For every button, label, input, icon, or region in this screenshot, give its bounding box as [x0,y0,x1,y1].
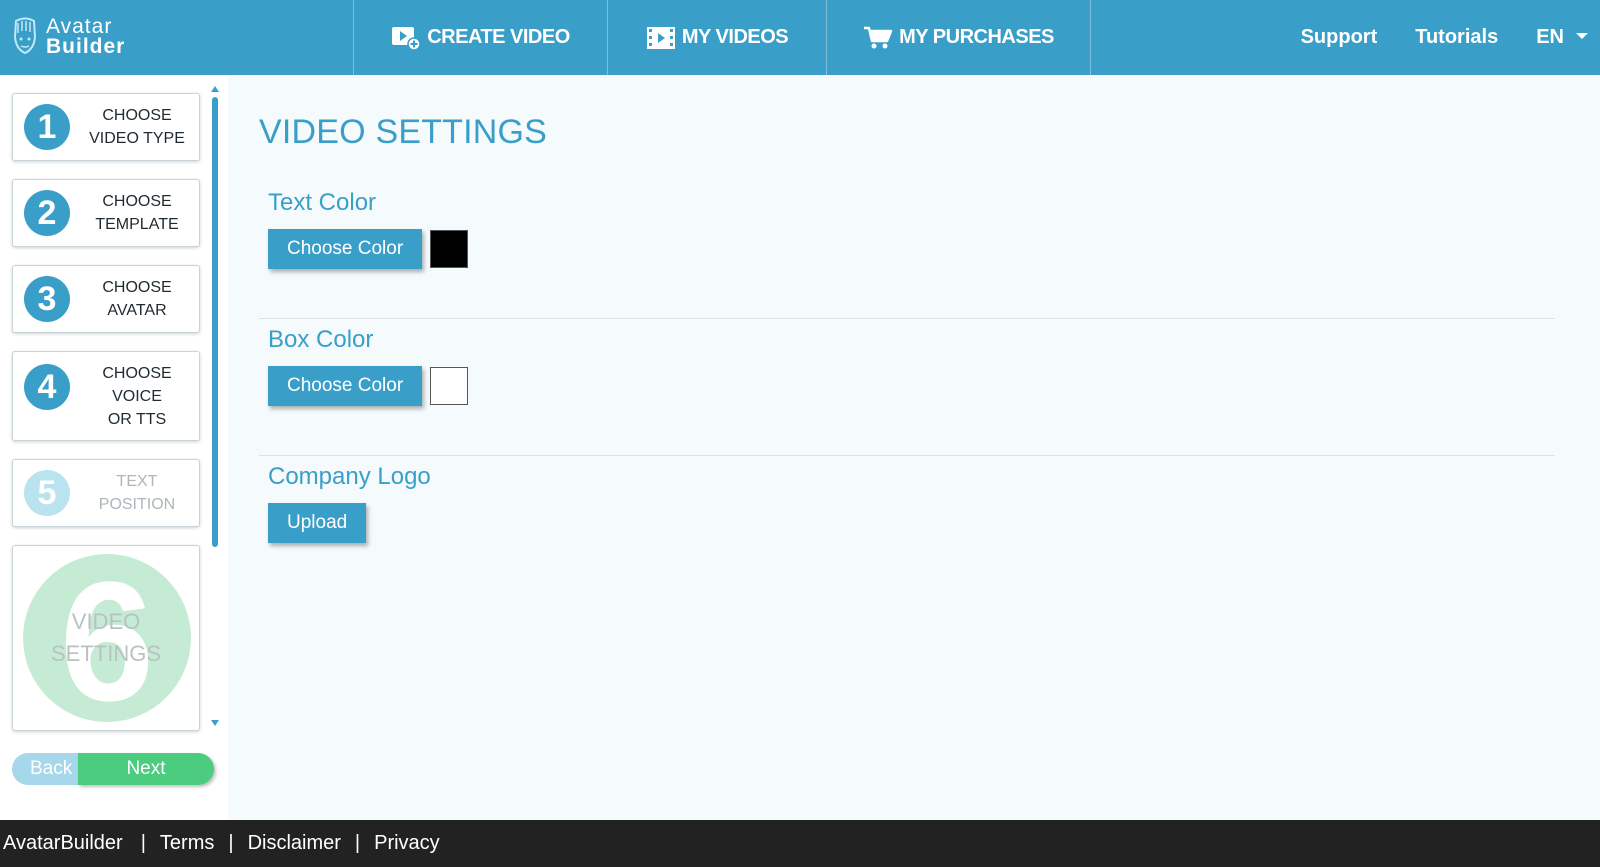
company-logo-section: Company Logo Upload [259,463,1555,543]
shopping-cart-icon [864,26,893,48]
footer-terms-link[interactable]: Terms [160,832,214,855]
support-link[interactable]: Support [1301,26,1378,49]
step-2-number-icon: 2 [24,190,70,236]
svg-text:4: 4 [38,368,57,406]
step-4-choose-voice[interactable]: 4 CHOOSE VOICE OR TTS [12,351,200,441]
footer: AvatarBuilder | Terms | Disclaimer | Pri… [0,820,1600,867]
footer-separator: | [140,832,146,854]
text-color-choose-button[interactable]: Choose Color [268,229,423,269]
step-1-label-line: VIDEO TYPE [89,130,185,147]
step-6-label-line: SETTINGS [50,641,161,666]
footer-separator: | [354,832,361,854]
section-divider [259,318,1555,319]
svg-text:3: 3 [38,280,57,318]
step-2-label-line: TEMPLATE [95,216,179,233]
step-3-label-line: CHOOSE [102,279,172,296]
video-add-icon [392,26,421,51]
company-logo-heading: Company Logo [268,463,431,490]
step-3-number-icon: 3 [24,276,70,322]
tutorials-link[interactable]: Tutorials [1415,26,1498,49]
section-divider [259,455,1555,456]
svg-text:2: 2 [38,194,57,232]
sidebar-scroll-thumb[interactable] [212,97,218,547]
box-color-section: Box Color Choose Color [259,326,1555,406]
wizard-sidebar: 1 CHOOSE VIDEO TYPE 2 CHOOSE TEMPLATE 3 … [0,75,228,820]
step-3-choose-avatar[interactable]: 3 CHOOSE AVATAR [12,265,200,333]
text-color-swatch[interactable] [430,230,469,268]
language-selector[interactable]: EN [1536,26,1588,49]
step-6-video-settings[interactable]: 6 VIDEO SETTINGS [12,545,200,731]
top-right-links: Support Tutorials EN [1301,0,1600,75]
text-color-heading: Text Color [268,189,377,216]
app-logo[interactable]: Avatar Builder [10,14,125,60]
film-icon [646,26,675,49]
nav-my-purchases[interactable]: MY PURCHASES [826,0,1091,75]
step-1-number-icon: 1 [24,104,70,150]
next-button[interactable]: Next [78,753,214,785]
text-color-section: Text Color Choose Color [259,189,1555,269]
step-5-label-line: POSITION [98,496,176,513]
step-5-text-position[interactable]: 5 TEXT POSITION [12,459,200,527]
box-color-heading: Box Color [268,326,374,353]
footer-privacy-link[interactable]: Privacy [374,832,440,855]
main-content: VIDEO SETTINGS Text Color Choose Color B… [228,75,1600,820]
nav-my-videos-label: MY VIDEOS [681,26,789,48]
step-4-number-icon: 4 [24,364,70,410]
scroll-down-arrow-icon[interactable] [211,720,219,726]
chevron-down-icon [1576,32,1588,39]
nav-my-videos[interactable]: MY VIDEOS [607,0,826,75]
page-title: VIDEO SETTINGS [259,113,548,151]
svg-text:5: 5 [38,474,57,512]
nav-my-purchases-label: MY PURCHASES [899,26,1054,48]
main-nav: CREATE VIDEO MY VIDEOS MY PURCHASES [353,0,1091,75]
nav-create-video-label: CREATE VIDEO [427,26,570,48]
step-1-label-line: CHOOSE [102,107,172,124]
step-1-choose-video-type[interactable]: 1 CHOOSE VIDEO TYPE [12,93,200,161]
logo-upload-button[interactable]: Upload [268,503,367,543]
logo-text-line2: Builder [46,35,126,58]
step-6-label-line: VIDEO [71,609,141,634]
avatar-head-icon [13,17,37,55]
wizard-navigation: Back Next [12,753,214,787]
box-color-choose-button[interactable]: Choose Color [268,366,423,406]
step-4-label-line: VOICE [112,388,162,405]
language-label: EN [1536,26,1564,48]
step-3-label-line: AVATAR [107,302,167,319]
logo-text-line1: Avatar [46,15,113,38]
scroll-up-arrow-icon[interactable] [211,86,219,92]
step-5-label-line: TEXT [116,473,158,490]
step-2-label-line: CHOOSE [102,193,172,210]
step-4-label-line: OR TTS [107,411,167,428]
footer-separator: | [228,832,234,854]
svg-text:1: 1 [38,108,57,146]
footer-brand-link[interactable]: AvatarBuilder [3,832,123,855]
step-5-number-icon: 5 [24,470,70,516]
step-2-choose-template[interactable]: 2 CHOOSE TEMPLATE [12,179,200,247]
footer-disclaimer-link[interactable]: Disclaimer [248,832,341,855]
nav-create-video[interactable]: CREATE VIDEO [353,0,607,75]
top-navigation-bar: Avatar Builder CREATE VIDEO MY VIDEOS MY… [0,0,1600,75]
box-color-swatch[interactable] [430,367,469,405]
step-4-label-line: CHOOSE [102,365,172,382]
